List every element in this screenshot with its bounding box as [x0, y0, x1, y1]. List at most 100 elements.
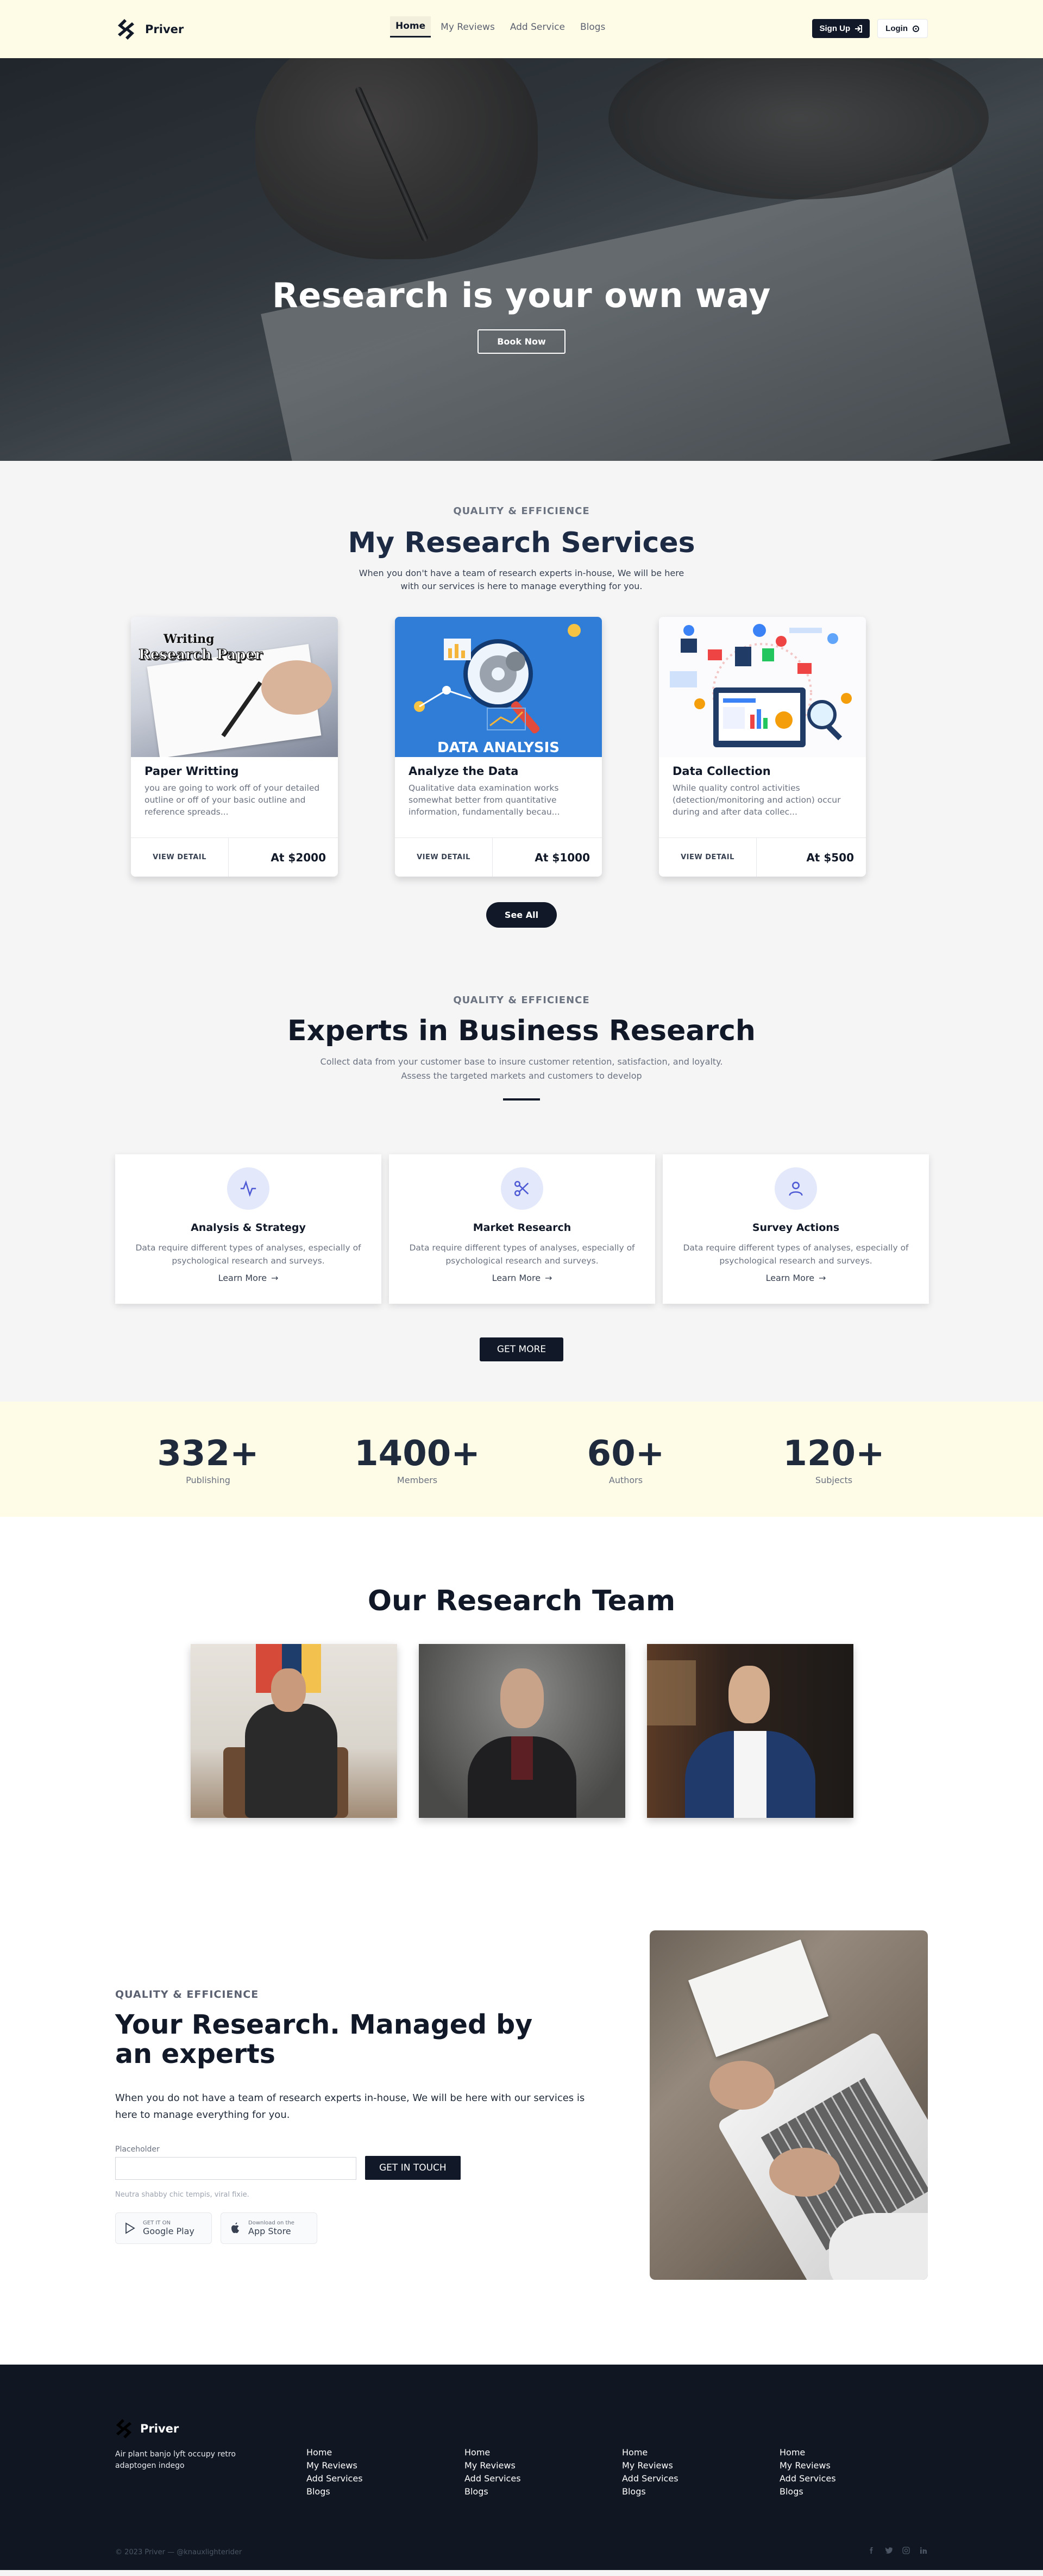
service-card[interactable]: Data Collection While quality control ac…: [659, 617, 866, 877]
experts-label: QUALITY & EFFICIENCE: [453, 995, 590, 1006]
data-analysis-label: DATA ANALYSIS: [437, 740, 560, 756]
store-name: Google Play: [143, 2226, 194, 2236]
get-in-touch-button[interactable]: GET IN TOUCH: [365, 2156, 461, 2180]
footer-link[interactable]: Home: [306, 2446, 363, 2459]
learn-more-link[interactable]: Learn More →: [492, 1273, 552, 1283]
team-member-photo[interactable]: [647, 1644, 853, 1818]
expert-title: Analysis & Strategy: [191, 1222, 306, 1234]
instagram-icon[interactable]: [902, 2546, 910, 2555]
stat-authors: 60+ Authors: [544, 1434, 707, 1485]
managed-title: Your Research. Managed by an experts: [115, 2009, 533, 2069]
hero-overlay: [0, 58, 1043, 461]
expert-title: Survey Actions: [752, 1222, 840, 1234]
stat-label: Members: [397, 1474, 438, 1485]
book-now-button[interactable]: Book Now: [477, 329, 566, 354]
card-price: At $500: [806, 851, 854, 864]
footer-link[interactable]: Home: [780, 2446, 836, 2459]
site-header: Priver Home My Reviews Add Service Blogs…: [0, 0, 1043, 58]
store-name: App Store: [248, 2226, 291, 2236]
stat-value: 332+: [157, 1433, 259, 1474]
footer-link[interactable]: Home: [622, 2446, 678, 2459]
title-underline: [503, 1098, 540, 1101]
learn-more-link[interactable]: Learn More →: [766, 1273, 826, 1283]
experts-subtitle: Collect data from your customer base to …: [320, 1056, 723, 1081]
footer-brand: Priver: [140, 2422, 179, 2435]
writing-label-2: Research Paper: [139, 647, 263, 664]
google-play-button[interactable]: GET IT ON Google Play: [115, 2212, 212, 2244]
stat-value: 120+: [783, 1433, 885, 1474]
app-store-button[interactable]: Download on the App Store: [221, 2212, 317, 2244]
services-subtitle: When you don't have a team of research e…: [359, 568, 684, 591]
footer-link[interactable]: Add Services: [464, 2472, 521, 2485]
login-button[interactable]: Login: [877, 19, 928, 38]
linkedin-icon[interactable]: [919, 2546, 928, 2555]
nav-blogs[interactable]: Blogs: [575, 17, 611, 37]
service-card[interactable]: Writing Research Paper Paper Writting yo…: [131, 617, 338, 877]
stat-label: Publishing: [186, 1474, 230, 1485]
card-title: Data Collection: [673, 765, 771, 778]
hand-right: [769, 2148, 840, 2197]
footer-link[interactable]: Blogs: [780, 2485, 836, 2498]
expert-card: Market Research Data require different t…: [389, 1154, 655, 1304]
footer-link[interactable]: Add Services: [780, 2472, 836, 2485]
copyright-handle[interactable]: @knauxlighterider: [177, 2548, 242, 2556]
card-body: Paper Writting you are going to work off…: [131, 757, 338, 818]
nav-my-reviews[interactable]: My Reviews: [435, 17, 500, 37]
card-footer: VIEW DETAIL At $500: [659, 837, 866, 877]
footer-link[interactable]: My Reviews: [780, 2459, 836, 2472]
arrow-right-icon: →: [545, 1273, 552, 1283]
footer-column: Home My Reviews Add Services Blogs: [464, 2446, 521, 2498]
nav-home[interactable]: Home: [390, 16, 431, 37]
arrow-right-icon: →: [819, 1273, 826, 1283]
view-detail-button[interactable]: VIEW DETAIL: [395, 838, 493, 877]
footer-link[interactable]: Blogs: [464, 2485, 521, 2498]
footer-link[interactable]: Blogs: [306, 2485, 363, 2498]
footer-link[interactable]: Home: [464, 2446, 521, 2459]
signup-label: Sign Up: [819, 24, 851, 33]
writing-label-1: Writing: [164, 632, 215, 646]
view-detail-button[interactable]: VIEW DETAIL: [659, 838, 757, 877]
nav-add-service[interactable]: Add Service: [505, 17, 570, 37]
brand-logo[interactable]: Priver: [117, 18, 184, 40]
twitter-icon[interactable]: [884, 2546, 893, 2555]
contact-input[interactable]: [115, 2157, 356, 2180]
window-light: [647, 1660, 696, 1725]
service-card[interactable]: DATA ANALYSIS Analyze the Data Qualitati…: [395, 617, 602, 877]
footer-link[interactable]: My Reviews: [464, 2459, 521, 2472]
data-analysis-illustration: [414, 624, 581, 734]
get-more-wrap: GET MORE: [0, 1337, 1043, 1361]
scissors-icon: [501, 1167, 543, 1210]
facebook-icon[interactable]: [867, 2546, 876, 2555]
footer-link[interactable]: Add Services: [622, 2472, 678, 2485]
stat-subjects: 120+ Subjects: [752, 1434, 915, 1485]
card-body: Data Collection While quality control ac…: [659, 757, 866, 818]
team-member-photo[interactable]: [191, 1644, 397, 1818]
card-price: At $2000: [271, 851, 326, 864]
managed-label: QUALITY & EFFICIENCE: [115, 1989, 259, 2000]
card-desc: you are going to work off of your detail…: [144, 783, 320, 817]
learn-more-label: Learn More: [492, 1273, 541, 1283]
notebook-shape: [688, 1939, 829, 2058]
expert-desc: Data require different types of analyses…: [135, 1243, 361, 1266]
sleeve-shape: [829, 2213, 928, 2280]
signup-button[interactable]: Sign Up: [812, 19, 870, 38]
footer-link[interactable]: Add Services: [306, 2472, 363, 2485]
footer-link[interactable]: My Reviews: [622, 2459, 678, 2472]
team-member-photo[interactable]: [419, 1644, 625, 1818]
expert-desc: Data require different types of analyses…: [683, 1243, 909, 1266]
learn-more-link[interactable]: Learn More →: [218, 1273, 279, 1283]
logo-icon: [116, 2419, 132, 2439]
apple-icon: [231, 2222, 239, 2233]
footer-logo[interactable]: Priver: [115, 2419, 179, 2439]
view-detail-button[interactable]: VIEW DETAIL: [131, 838, 229, 877]
hand-shape: [261, 660, 332, 715]
stat-label: Subjects: [815, 1474, 853, 1485]
get-more-button[interactable]: GET MORE: [479, 1337, 564, 1361]
see-all-button[interactable]: See All: [486, 902, 557, 928]
store-small: GET IT ON: [143, 2220, 171, 2226]
footer-link[interactable]: Blogs: [622, 2485, 678, 2498]
user-icon: [775, 1167, 817, 1210]
service-cards: Writing Research Paper Paper Writting yo…: [131, 617, 866, 877]
footer-link[interactable]: My Reviews: [306, 2459, 363, 2472]
header-actions: Sign Up Login: [812, 19, 928, 38]
